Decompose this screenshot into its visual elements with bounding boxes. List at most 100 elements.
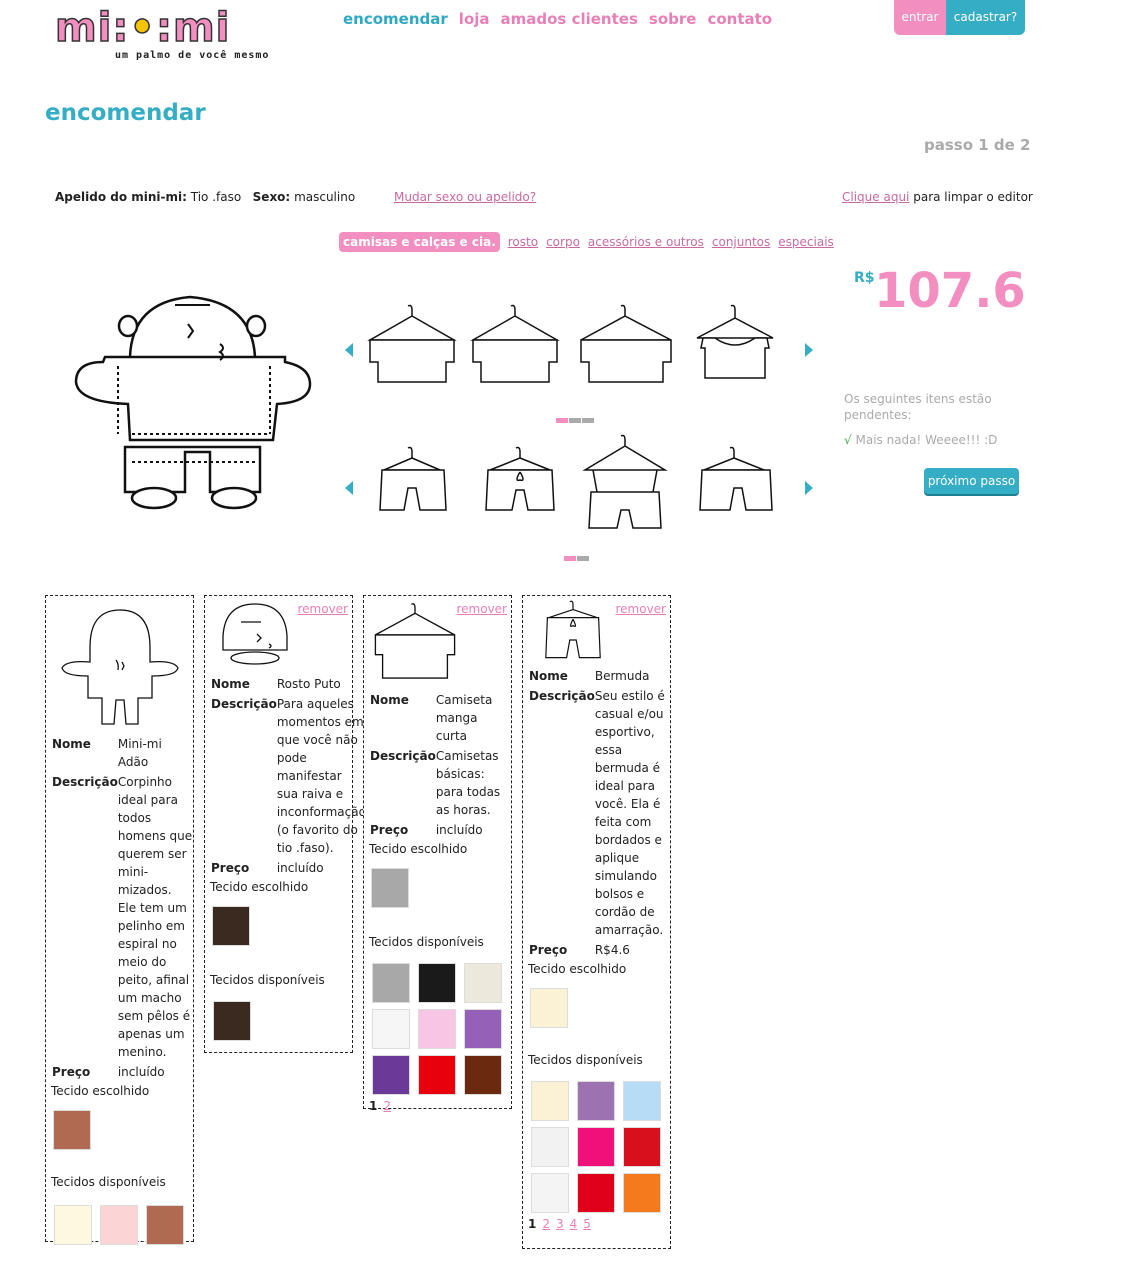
available-fabrics-label: Tecidos disponíveis: [210, 973, 325, 987]
available-fabrics-label: Tecidos disponíveis: [51, 1175, 166, 1189]
signup-button[interactable]: cadastrar?: [946, 0, 1025, 35]
chosen-fabric-label: Tecido escolhido: [528, 962, 627, 976]
nav-amados-clientes[interactable]: amados clientes: [501, 10, 638, 28]
item-price: incluído: [276, 861, 324, 875]
mini-mi-preview-avatar: [74, 295, 312, 510]
fabric-swatch[interactable]: [623, 1127, 661, 1167]
shorts-next-arrow[interactable]: [805, 481, 813, 495]
fabric-swatch[interactable]: [418, 1009, 456, 1049]
step-indicator: passo 1 de 2: [924, 136, 1031, 154]
item-price: R$4.6: [594, 943, 630, 957]
tab-especiais[interactable]: especiais: [778, 235, 834, 249]
fabric-swatch[interactable]: [577, 1127, 615, 1167]
pending-done-text: Mais nada! Weeee!!! :D: [855, 433, 998, 447]
fabric-swatch[interactable]: [418, 963, 456, 1003]
nav-loja[interactable]: loja: [459, 10, 490, 28]
remove-link[interactable]: remover: [297, 602, 348, 616]
clear-editor-text: para limpar o editor: [913, 190, 1033, 204]
site-logo[interactable]: mi:•:mi um palmo de você mesmo: [54, 7, 315, 64]
fabric-swatch[interactable]: [54, 1205, 92, 1245]
fabric-swatch[interactable]: [531, 1127, 569, 1167]
fabric-swatch[interactable]: [464, 1009, 502, 1049]
shirt-thumb-2-hanger-shirt-icon[interactable]: [465, 300, 565, 400]
page-1[interactable]: 1: [528, 1217, 536, 1231]
chosen-fabric-swatch: [53, 1110, 91, 1150]
carousel-dot[interactable]: [564, 556, 576, 561]
check-icon: √: [844, 433, 852, 447]
fabric-swatch[interactable]: [213, 1001, 251, 1041]
nav-sobre[interactable]: sobre: [649, 10, 697, 28]
available-fabrics: [54, 1205, 193, 1245]
shorts-thumb-3-hanger-overall-shorts-icon[interactable]: [577, 432, 677, 532]
shorts-thumb-1-hanger-shorts-icon[interactable]: [362, 440, 462, 540]
tab-camisas[interactable]: camisas e calças e cia.: [339, 232, 500, 252]
tab-conjuntos[interactable]: conjuntos: [712, 235, 770, 249]
item-card-body: Nome Mini-mi Adão Descrição Corpinho ideal…: [45, 595, 194, 1245]
page-2[interactable]: 2: [542, 1217, 550, 1231]
next-step-button[interactable]: próximo passo: [924, 468, 1019, 494]
fabric-swatch[interactable]: [100, 1205, 138, 1245]
remove-link[interactable]: remover: [456, 602, 507, 616]
nav-encomendar[interactable]: encomendar: [343, 10, 448, 28]
chosen-fabric-label: Tecido escolhido: [210, 880, 309, 894]
carousel-dot[interactable]: [556, 418, 568, 423]
item-description: Camisetas básicas: para todas as horas.: [435, 749, 501, 817]
tab-rosto[interactable]: rosto: [508, 235, 538, 249]
shirts-next-arrow[interactable]: [805, 343, 813, 357]
change-sex-nickname-link[interactable]: Mudar sexo ou apelido?: [394, 190, 536, 204]
shirt-thumb-3-hanger-shirt-icon[interactable]: [575, 300, 675, 400]
carousel-dot[interactable]: [582, 418, 594, 423]
page-1[interactable]: 1: [369, 1099, 377, 1113]
shorts-thumb-4-hanger-shorts-icon[interactable]: [690, 440, 790, 540]
shirt-details: Nome Camiseta manga curta Descrição Camise…: [370, 690, 510, 840]
fabric-swatch[interactable]: [531, 1081, 569, 1121]
fabric-swatch[interactable]: [372, 1055, 410, 1095]
carousel-dot[interactable]: [577, 556, 589, 561]
shirt-thumb-4-hanger-tanktop-icon[interactable]: [685, 300, 785, 400]
clear-editor-link[interactable]: Clique aqui: [842, 190, 909, 204]
item-description: Para aqueles momentos em que você não po…: [276, 697, 366, 855]
remove-link[interactable]: remover: [615, 602, 666, 616]
nav-contato[interactable]: contato: [707, 10, 772, 28]
item-price: incluído: [435, 823, 483, 837]
available-fabrics-label: Tecidos disponíveis: [528, 1053, 643, 1067]
shorts-carousel-pager: [564, 556, 589, 561]
tab-acessorios[interactable]: acessórios e outros: [588, 235, 704, 249]
shorts-prev-arrow[interactable]: [345, 481, 353, 495]
shirt-thumb-1-hanger-shirt-icon[interactable]: [362, 300, 462, 400]
carousel-dot[interactable]: [569, 418, 581, 423]
fabric-swatch[interactable]: [623, 1081, 661, 1121]
fabric-swatch[interactable]: [577, 1081, 615, 1121]
available-fabrics-label: Tecidos disponíveis: [369, 935, 484, 949]
page-3[interactable]: 3: [556, 1217, 564, 1231]
page-2[interactable]: 2: [383, 1099, 391, 1113]
item-description: Corpinho ideal para todos homens que que…: [117, 775, 193, 1059]
fabric-swatch[interactable]: [418, 1055, 456, 1095]
fabric-swatch[interactable]: [531, 1173, 569, 1213]
page-5[interactable]: 5: [583, 1217, 591, 1231]
fabric-swatch[interactable]: [372, 963, 410, 1003]
shirts-prev-arrow[interactable]: [345, 343, 353, 357]
shorts-details: Nome Bermuda Descrição Seu estilo é casual…: [529, 666, 665, 960]
item-name: Bermuda: [594, 669, 650, 683]
name-label: Nome: [52, 737, 91, 751]
chosen-fabric-label: Tecido escolhido: [369, 842, 468, 856]
login-button[interactable]: entrar: [894, 0, 946, 35]
description-label: Descrição: [52, 775, 118, 789]
fabric-swatch[interactable]: [372, 1009, 410, 1049]
body-thumb-icon: [61, 609, 179, 725]
logo-tagline: um palmo de você mesmo: [115, 50, 270, 61]
shorts-thumb-2-hanger-shorts-icon[interactable]: [470, 440, 570, 540]
fabric-pager: 12345: [528, 1217, 670, 1231]
pending-items-text: Os seguintes itens estão pendentes:: [844, 392, 992, 422]
fabric-swatch[interactable]: [464, 963, 502, 1003]
fabric-swatch[interactable]: [464, 1055, 502, 1095]
fabric-swatch[interactable]: [577, 1173, 615, 1213]
page-4[interactable]: 4: [570, 1217, 578, 1231]
fabric-swatch[interactable]: [146, 1205, 184, 1245]
fabric-swatch[interactable]: [623, 1173, 661, 1213]
pending-items-status: √ Mais nada! Weeee!!! :D: [844, 433, 997, 447]
tab-corpo[interactable]: corpo: [546, 235, 580, 249]
item-card-shirt: remover Nome Camiseta manga curta Descriç…: [363, 595, 512, 1113]
item-card-face: remover Nome Rosto Puto Descrição Para aqu…: [204, 595, 366, 1053]
